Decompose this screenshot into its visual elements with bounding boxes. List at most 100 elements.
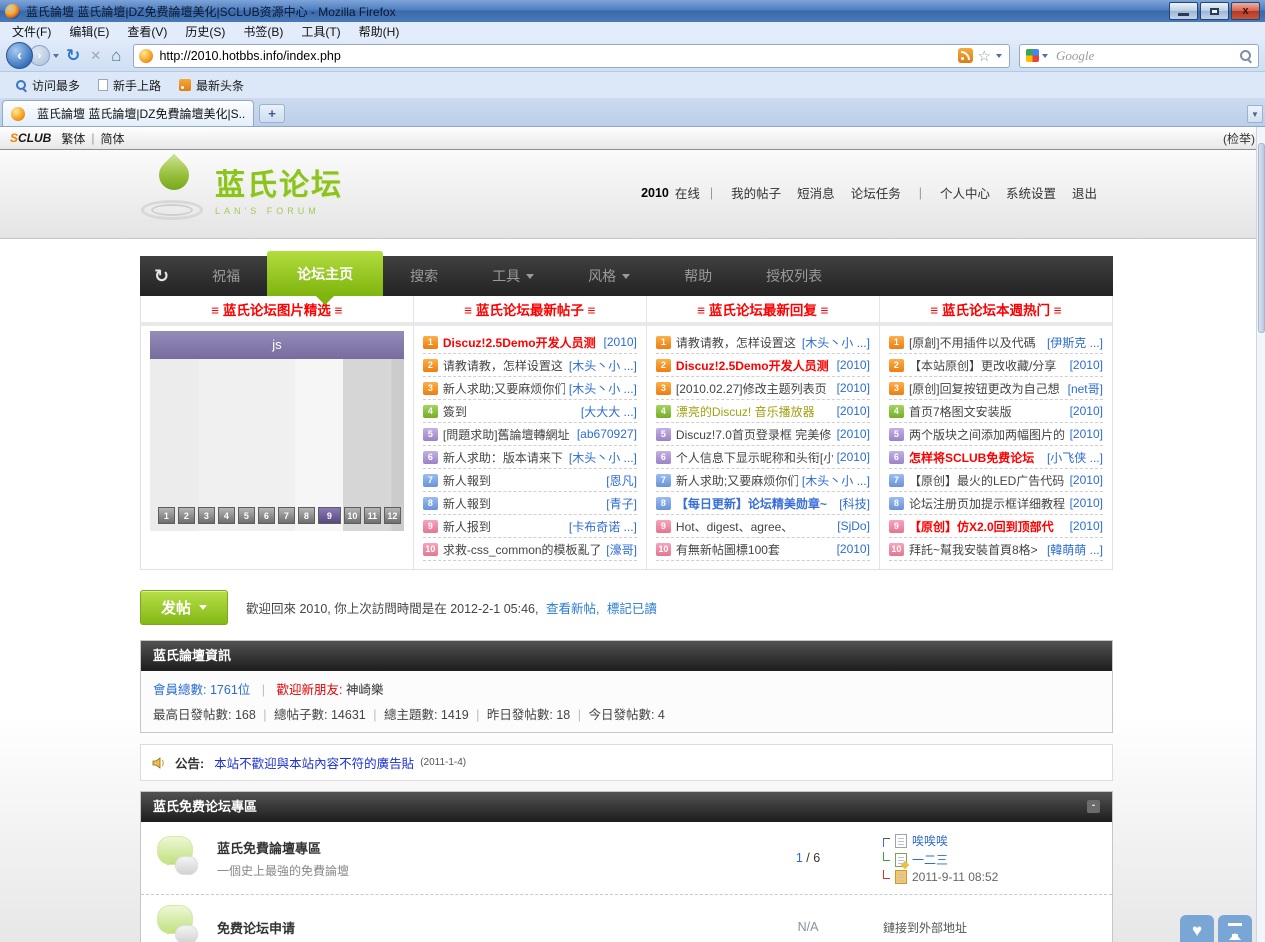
thread-link[interactable]: 两个版块之间添加两幅图片的 bbox=[909, 426, 1066, 443]
lastpost-author-link[interactable]: 一二三 bbox=[912, 851, 948, 868]
carousel-page-button[interactable]: 12 bbox=[384, 507, 401, 524]
menu-item[interactable]: 文件(F) bbox=[4, 23, 59, 40]
author-link[interactable]: [木头丶小 ...] bbox=[569, 449, 637, 466]
url-text[interactable]: http://2010.hotbbs.info/index.php bbox=[159, 49, 954, 63]
stop-button[interactable]: ✕ bbox=[85, 48, 106, 64]
lang-traditional-link[interactable]: 繁体 bbox=[61, 130, 85, 147]
thread-link[interactable]: 【原创】最火的LED广告代码 bbox=[909, 472, 1066, 489]
home-button[interactable]: ⌂ bbox=[106, 46, 126, 66]
nav-item-help[interactable]: 帮助 bbox=[657, 256, 739, 296]
author-link[interactable]: [2010] bbox=[1070, 496, 1103, 510]
thread-link[interactable]: 漂亮的Discuz! 音乐播放器 bbox=[676, 403, 833, 420]
lang-simplified-link[interactable]: 简体 bbox=[100, 130, 124, 147]
nav-item-forum-home[interactable]: 论坛主页 bbox=[267, 251, 383, 296]
author-link[interactable]: [韓萌萌 ...] bbox=[1047, 541, 1103, 558]
menu-item[interactable]: 历史(S) bbox=[177, 23, 233, 40]
menu-item[interactable]: 编辑(E) bbox=[61, 23, 117, 40]
userbar-link[interactable]: 系统设置 bbox=[1006, 183, 1056, 202]
search-engine-dropdown-icon[interactable] bbox=[1042, 54, 1048, 61]
thread-link[interactable]: 【每日更新】论坛精美勋章~ bbox=[676, 495, 835, 512]
lastpost-thread-link[interactable]: 唉唉唉 bbox=[912, 832, 948, 849]
thread-link[interactable]: 论坛注册页加提示框详细教程 bbox=[909, 495, 1066, 512]
author-link[interactable]: [小飞侠 ...] bbox=[1047, 449, 1103, 466]
carousel-page-button[interactable]: 6 bbox=[258, 507, 275, 524]
collapse-button[interactable]: - bbox=[1087, 800, 1100, 813]
thread-link[interactable]: [2010.02.27]修改主题列表页 bbox=[676, 380, 833, 397]
carousel-page-button[interactable]: 8 bbox=[298, 507, 315, 524]
forum-title-link[interactable]: 免费论坛申请 bbox=[217, 918, 733, 937]
bookmark-most-visited[interactable]: 访问最多 bbox=[8, 75, 87, 96]
userbar-link[interactable]: 我的帖子 bbox=[731, 183, 781, 202]
mark-read-link[interactable]: 標記已讀 bbox=[607, 602, 657, 616]
report-link[interactable]: (检举) bbox=[1223, 130, 1255, 147]
url-bar[interactable]: http://2010.hotbbs.info/index.php ☆ bbox=[133, 44, 1010, 68]
page-scrollbar[interactable] bbox=[1256, 127, 1265, 942]
nav-item-tools[interactable]: 工具 bbox=[465, 256, 561, 296]
thread-link[interactable]: 怎样将SCLUB免费论坛 bbox=[909, 449, 1043, 466]
author-link[interactable]: [2010] bbox=[837, 381, 870, 395]
menu-item[interactable]: 查看(V) bbox=[119, 23, 175, 40]
picture-carousel[interactable]: js 123456789101112 bbox=[150, 331, 404, 531]
sclub-logo[interactable]: SCLUB bbox=[10, 131, 51, 145]
author-link[interactable]: [木头丶小 ...] bbox=[569, 357, 637, 374]
back-to-top-button[interactable] bbox=[1218, 915, 1252, 942]
author-link[interactable]: [伊斯克 ...] bbox=[1047, 334, 1103, 351]
nav-item-blessing[interactable]: 祝福 bbox=[185, 256, 267, 296]
carousel-page-button[interactable]: 7 bbox=[278, 507, 295, 524]
new-tab-button[interactable]: + bbox=[259, 104, 285, 123]
userbar-link[interactable]: 论坛任务 bbox=[851, 183, 901, 202]
author-link[interactable]: [木头丶小 ...] bbox=[802, 334, 870, 351]
view-new-posts-link[interactable]: 查看新帖, bbox=[546, 602, 599, 616]
author-link[interactable]: [2010] bbox=[837, 427, 870, 441]
bookmark-getting-started[interactable]: 新手上路 bbox=[91, 75, 168, 96]
thread-link[interactable]: [問題求助]舊論壇轉網址 bbox=[443, 426, 573, 443]
thread-link[interactable]: 新人求助;又要麻烦你们 bbox=[443, 380, 565, 397]
author-link[interactable]: [2010] bbox=[1070, 473, 1103, 487]
author-link[interactable]: [木头丶小 ...] bbox=[569, 380, 637, 397]
carousel-page-button[interactable]: 5 bbox=[238, 507, 255, 524]
thread-link[interactable]: 新人報到 bbox=[443, 472, 602, 489]
bookmark-latest-headlines[interactable]: 最新头条 bbox=[172, 75, 251, 96]
author-link[interactable]: [SjDo] bbox=[837, 519, 870, 533]
tab-active[interactable]: 蓝氏論壇 蓝氏論壇|DZ免費論壇美化|S... bbox=[2, 100, 254, 126]
thread-link[interactable]: 【本站原创】更改收藏/分享 bbox=[909, 357, 1066, 374]
thread-link[interactable]: 新人求助;又要麻烦你们 bbox=[676, 472, 798, 489]
newbie-name-link[interactable]: 神崎樂 bbox=[346, 683, 384, 697]
author-link[interactable]: [2010] bbox=[837, 542, 870, 556]
author-link[interactable]: [2010] bbox=[1070, 519, 1103, 533]
carousel-page-button[interactable]: 4 bbox=[218, 507, 235, 524]
refresh-icon[interactable]: ↻ bbox=[140, 266, 185, 287]
thread-link[interactable]: Discuz!2.5Demo开发人员测 bbox=[676, 357, 833, 374]
carousel-page-button[interactable]: 1 bbox=[158, 507, 175, 524]
search-icon[interactable] bbox=[1239, 49, 1252, 62]
urlbar-dropdown-icon[interactable] bbox=[996, 54, 1002, 61]
userbar-link[interactable]: 个人中心 bbox=[940, 183, 990, 202]
menu-item[interactable]: 帮助(H) bbox=[351, 23, 408, 40]
nav-item-search[interactable]: 搜索 bbox=[383, 256, 465, 296]
forum-logo[interactable]: 蓝氏论坛 LAN'S FORUM bbox=[137, 158, 343, 224]
reload-button[interactable]: ↻ bbox=[61, 46, 85, 66]
forum-title-link[interactable]: 蓝氏免費論壇專區 bbox=[217, 838, 733, 857]
thread-link[interactable]: Discuz!2.5Demo开发人员测 bbox=[443, 334, 600, 351]
thread-link[interactable]: 请教请教，怎样设置这 bbox=[676, 334, 798, 351]
thread-link[interactable]: 【原创】仿X2.0回到顶部代 bbox=[909, 518, 1066, 535]
thread-link[interactable]: Hot、digest、agree、 bbox=[676, 518, 833, 535]
author-link[interactable]: [恩凡] bbox=[606, 472, 637, 489]
thread-link[interactable]: 有無新帖圖標100套 bbox=[676, 541, 833, 558]
author-link[interactable]: [大大大 ...] bbox=[581, 403, 637, 420]
thread-link[interactable]: [原创]回复按钮更改为自己想 bbox=[909, 380, 1064, 397]
thread-link[interactable]: 新人報到 bbox=[443, 495, 602, 512]
author-link[interactable]: [ab670927] bbox=[577, 427, 637, 441]
author-link[interactable]: [2010] bbox=[837, 450, 870, 464]
author-link[interactable]: [濠哥] bbox=[606, 541, 637, 558]
author-link[interactable]: [科技] bbox=[839, 495, 870, 512]
menu-item[interactable]: 工具(T) bbox=[293, 23, 348, 40]
userbar-link[interactable]: 短消息 bbox=[797, 183, 835, 202]
carousel-page-button[interactable]: 11 bbox=[364, 507, 381, 524]
userbar-link[interactable]: 退出 bbox=[1072, 183, 1097, 202]
username-link[interactable]: 2010 bbox=[641, 186, 669, 200]
author-link[interactable]: [2010] bbox=[837, 358, 870, 372]
favorite-button[interactable]: ♥ bbox=[1180, 915, 1214, 942]
menu-item[interactable]: 书签(B) bbox=[235, 23, 291, 40]
carousel-page-button[interactable]: 2 bbox=[178, 507, 195, 524]
